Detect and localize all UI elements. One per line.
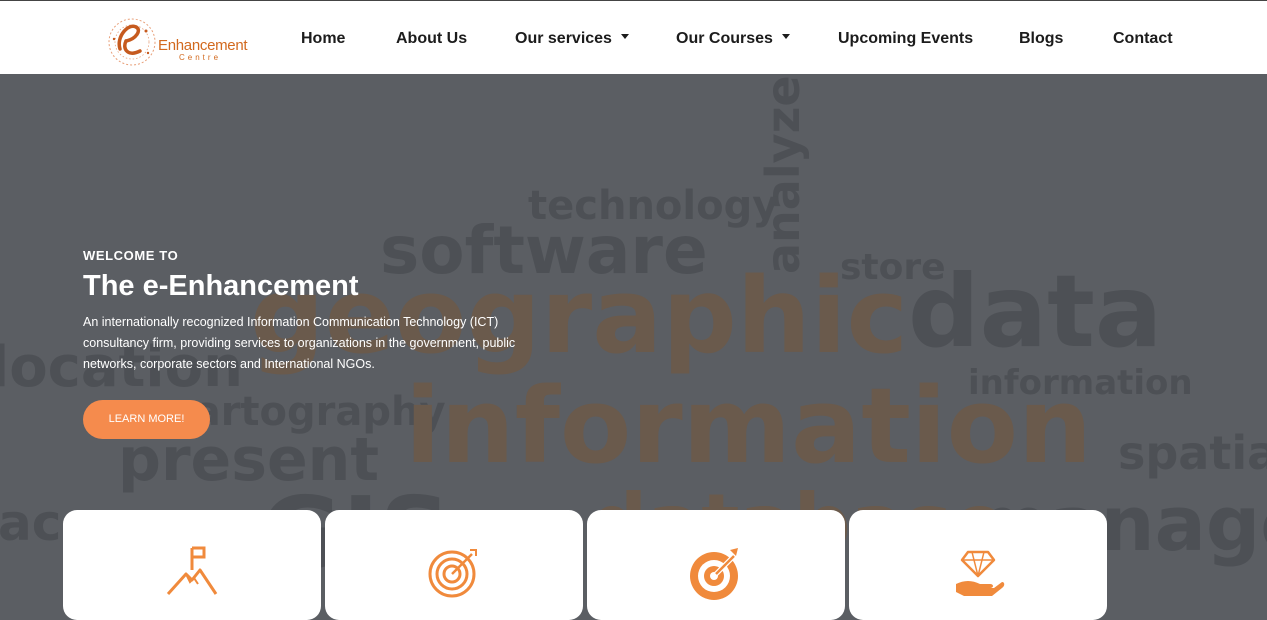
- nav-contact-label: Contact: [1113, 30, 1173, 47]
- nav-blogs-label: Blogs: [1019, 30, 1064, 47]
- hero-eyebrow: WELCOME TO: [83, 248, 179, 263]
- bg-word: analyze: [756, 75, 810, 274]
- hero-description: An internationally recognized Informatio…: [83, 315, 516, 371]
- nav-our-services-label: Our services: [515, 30, 612, 47]
- site-header: Enhancement Centre Home About Us Our ser…: [0, 0, 1267, 74]
- nav-home[interactable]: Home: [301, 30, 345, 48]
- mountain-flag-icon: [166, 546, 218, 596]
- nav-upcoming-events-label: Upcoming Events: [838, 30, 974, 47]
- feature-card[interactable]: [849, 510, 1107, 620]
- chevron-down-icon: [781, 34, 790, 40]
- target-icon: [428, 549, 477, 598]
- bg-word: data: [908, 253, 1163, 370]
- nav-about-us-label: About Us: [396, 30, 468, 47]
- diamond-hand-icon: [956, 550, 1005, 596]
- feature-card[interactable]: [325, 510, 583, 620]
- chevron-down-icon: [620, 34, 629, 40]
- bg-word: information: [405, 365, 1093, 487]
- main-nav: Home About Us Our services Our Courses U…: [0, 1, 1267, 75]
- nav-our-courses[interactable]: Our Courses: [676, 30, 790, 48]
- bullseye-arrow-icon: [690, 548, 738, 600]
- feature-card[interactable]: [587, 510, 845, 620]
- learn-more-button[interactable]: LEARN MORE!: [83, 400, 210, 439]
- nav-our-courses-label: Our Courses: [676, 30, 773, 47]
- feature-card[interactable]: [63, 510, 321, 620]
- nav-home-label: Home: [301, 30, 346, 47]
- nav-our-services[interactable]: Our services: [515, 30, 629, 48]
- nav-about-us[interactable]: About Us: [396, 30, 467, 48]
- nav-contact[interactable]: Contact: [1113, 30, 1173, 48]
- bg-word: ac: [0, 494, 62, 552]
- hero-title: The e-Enhancement: [83, 270, 359, 302]
- nav-upcoming-events[interactable]: Upcoming Events: [838, 30, 973, 48]
- bg-word: spatial: [1118, 426, 1267, 480]
- nav-blogs[interactable]: Blogs: [1019, 30, 1063, 48]
